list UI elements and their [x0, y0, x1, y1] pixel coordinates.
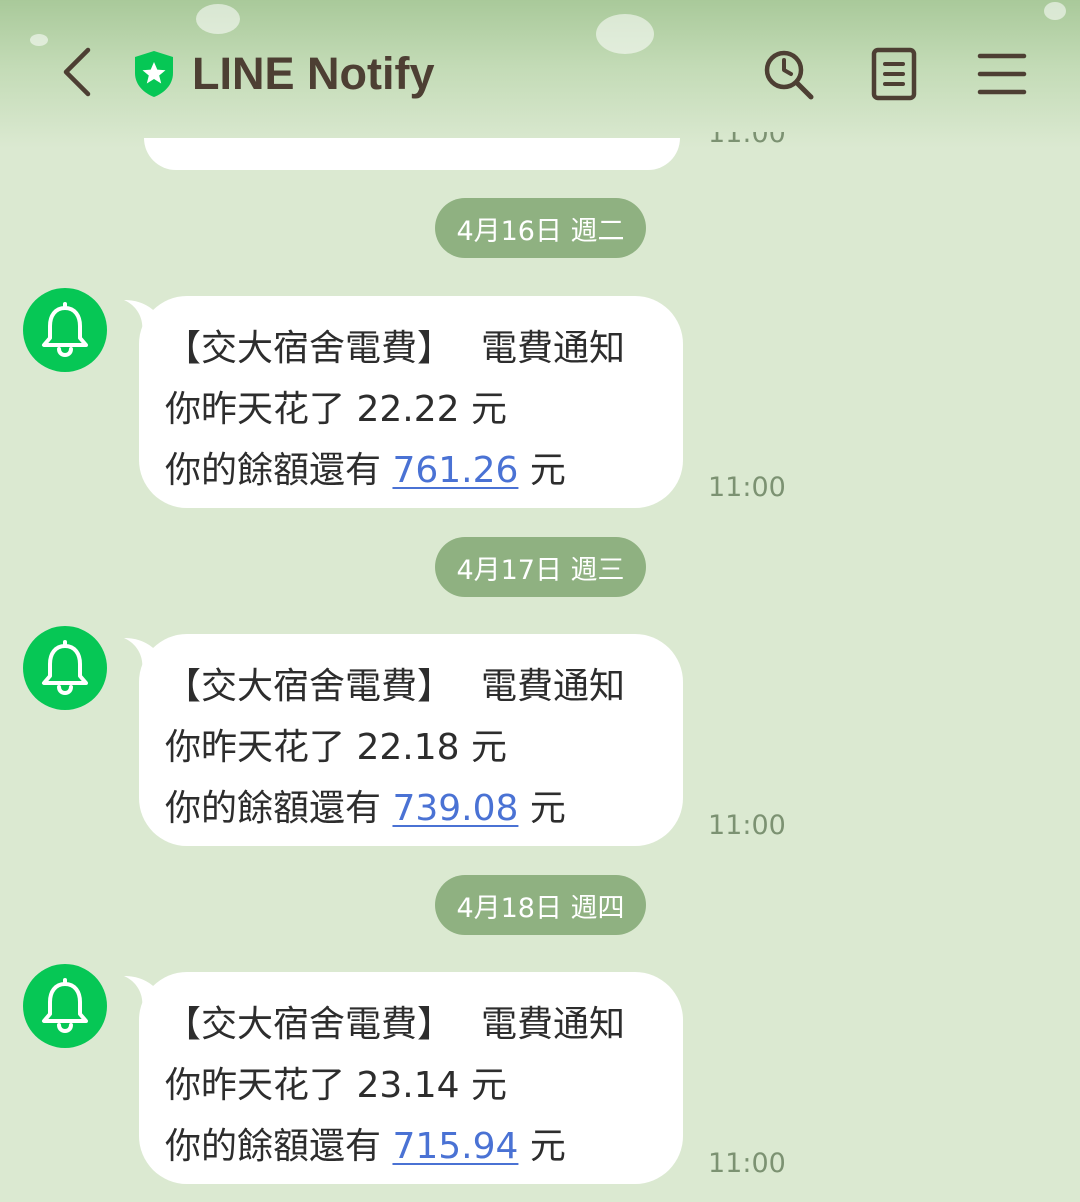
bell-icon [42, 640, 88, 696]
menu-button[interactable] [968, 42, 1036, 106]
message-title: 【交大宿舍電費】 [165, 328, 454, 369]
background-decoration [596, 14, 654, 54]
chat-title[interactable]: LINE Notify [132, 46, 435, 102]
notes-icon [871, 47, 917, 101]
message-bubble[interactable]: 【交大宿舍電費】 電費通知 你昨天花了 22.18 元 你的餘額還有 739.08… [139, 634, 683, 846]
message-bubble-partial[interactable] [144, 138, 680, 170]
spent-prefix: 你昨天花了 [165, 389, 346, 430]
background-decoration [196, 4, 240, 34]
balance-unit: 元 [529, 788, 566, 829]
message-time: 11:00 [708, 1148, 786, 1179]
message-title: 【交大宿舍電費】 [165, 1004, 454, 1045]
message-time: 11:00 [708, 810, 786, 841]
message-line-title: 【交大宿舍電費】 電費通知 [165, 318, 683, 379]
shield-star-icon [135, 51, 173, 97]
bot-avatar[interactable] [23, 964, 107, 1048]
message-line-balance: 你的餘額還有 761.26 元 [165, 440, 683, 501]
spent-unit: 元 [470, 727, 507, 768]
bell-icon [42, 302, 88, 358]
balance-unit: 元 [529, 450, 566, 491]
date-separator: 4月18日 週四 [435, 875, 646, 935]
spent-prefix: 你昨天花了 [165, 727, 346, 768]
message-bubble[interactable]: 【交大宿舍電費】 電費通知 你昨天花了 22.22 元 你的餘額還有 761.26… [139, 296, 683, 508]
chat-title-text: LINE Notify [192, 48, 435, 99]
message-subtitle: 電費通知 [481, 328, 626, 369]
bot-avatar[interactable] [23, 288, 107, 372]
menu-icon [977, 53, 1027, 95]
spent-amount: 22.18 [356, 727, 460, 768]
back-button[interactable] [44, 40, 108, 104]
message-line-spent: 你昨天花了 22.18 元 [165, 717, 683, 778]
message-line-balance: 你的餘額還有 739.08 元 [165, 778, 683, 839]
balance-prefix: 你的餘額還有 [165, 450, 382, 491]
search-icon [764, 50, 814, 100]
balance-link[interactable]: 739.08 [392, 788, 518, 829]
back-arrow-icon [63, 47, 91, 97]
message-time: 11:00 [708, 472, 786, 503]
balance-unit: 元 [529, 1126, 566, 1167]
spent-unit: 元 [470, 389, 507, 430]
notes-button[interactable] [862, 42, 926, 106]
message-line-title: 【交大宿舍電費】 電費通知 [165, 656, 683, 717]
date-separator: 4月17日 週三 [435, 537, 646, 597]
spent-amount: 23.14 [356, 1065, 460, 1106]
message-line-balance: 你的餘額還有 715.94 元 [165, 1116, 683, 1177]
spent-prefix: 你昨天花了 [165, 1065, 346, 1106]
balance-prefix: 你的餘額還有 [165, 788, 382, 829]
spent-amount: 22.22 [356, 389, 460, 430]
background-decoration [1044, 2, 1066, 20]
message-time-partial: 11:00 [708, 132, 786, 149]
message-subtitle: 電費通知 [481, 666, 626, 707]
search-button[interactable] [756, 42, 820, 106]
message-title: 【交大宿舍電費】 [165, 666, 454, 707]
balance-link[interactable]: 761.26 [392, 450, 518, 491]
date-separator: 4月16日 週二 [435, 198, 646, 258]
message-line-title: 【交大宿舍電費】 電費通知 [165, 994, 683, 1055]
balance-prefix: 你的餘額還有 [165, 1126, 382, 1167]
spent-unit: 元 [470, 1065, 507, 1106]
bell-icon [42, 978, 88, 1034]
message-line-spent: 你昨天花了 22.22 元 [165, 379, 683, 440]
message-bubble[interactable]: 【交大宿舍電費】 電費通知 你昨天花了 23.14 元 你的餘額還有 715.94… [139, 972, 683, 1184]
chat-header: LINE Notify [0, 0, 1080, 148]
message-line-spent: 你昨天花了 23.14 元 [165, 1055, 683, 1116]
balance-link[interactable]: 715.94 [392, 1126, 518, 1167]
bot-avatar[interactable] [23, 626, 107, 710]
message-subtitle: 電費通知 [481, 1004, 626, 1045]
